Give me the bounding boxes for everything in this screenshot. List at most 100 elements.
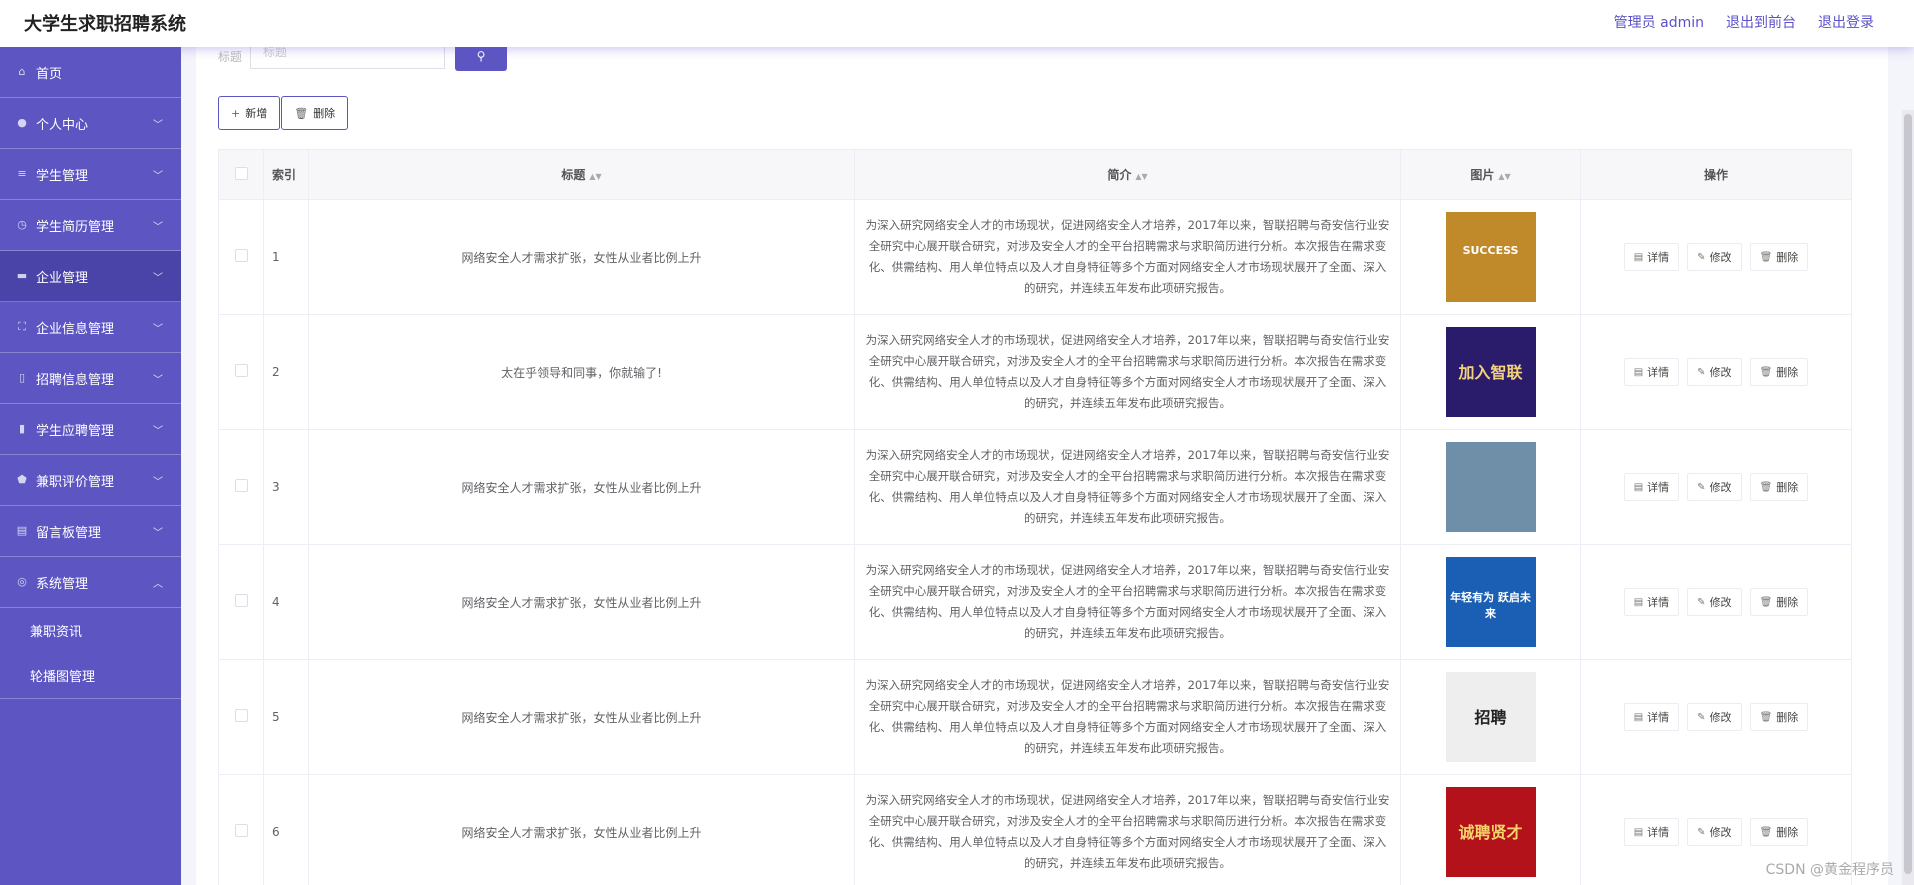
row-delete-button[interactable]: 🗑 删除	[1749, 243, 1809, 271]
edit-button[interactable]: ✎ 修改	[1687, 473, 1742, 501]
detail-button[interactable]: ▤ 详情	[1623, 818, 1680, 846]
row-image: 加入智联	[1445, 327, 1536, 417]
title-header[interactable]: 标题 ▲▼	[308, 149, 855, 200]
chevron-down-icon: ﹀	[153, 426, 163, 437]
sidebar-item[interactable]: ▮ 学生应聘管理 ﹀	[0, 404, 181, 455]
row-delete-button[interactable]: 🗑 删除	[1749, 473, 1809, 501]
shield-icon: ⬟	[17, 473, 27, 486]
edit-button[interactable]: ✎ 修改	[1687, 358, 1742, 386]
delete-button[interactable]: 🗑 删除	[281, 96, 349, 130]
row-checkbox[interactable]	[234, 824, 248, 837]
document-icon: ▤	[1633, 366, 1644, 378]
edit-button[interactable]: ✎ 修改	[1687, 818, 1742, 846]
row-image-cell: 加入智联	[1400, 314, 1581, 430]
search-button[interactable]: ⚲	[455, 47, 508, 71]
row-ops: ▤ 详情 ✎ 修改 🗑 删除	[1623, 358, 1809, 386]
row-checkbox[interactable]	[234, 709, 248, 722]
row-select-cell	[218, 429, 264, 545]
edit-label: 修改	[1709, 596, 1732, 609]
row-title: 网络安全人才需求扩张，女性从业者比例上升	[308, 774, 855, 885]
top-bar: 大学生求职招聘系统 管理员 admin 退出到前台 退出登录	[0, 0, 1914, 47]
content-panel: 标题 标题 ⚲ + 新增 🗑 删除 索引 标题 ▲▼ 简介 ▲▼ 图片 ▲▼ 操…	[196, 47, 1888, 885]
scrollbar-thumb[interactable]	[1904, 114, 1912, 874]
edit-button[interactable]: ✎ 修改	[1687, 703, 1742, 731]
row-delete-button[interactable]: 🗑 删除	[1749, 703, 1809, 731]
submenu-item[interactable]: 兼职资讯	[0, 608, 181, 653]
search-input[interactable]: 标题	[250, 47, 446, 69]
row-select-cell	[218, 659, 264, 775]
sort-icon[interactable]: ▲▼	[1498, 172, 1510, 181]
row-ops-cell: ▤ 详情 ✎ 修改 🗑 删除	[1580, 544, 1852, 660]
row-delete-label: 删除	[1776, 711, 1799, 724]
edit-label: 修改	[1709, 366, 1732, 379]
row-intro-cell: 为深入研究网络安全人才的市场现状，促进网络安全人才培养，2017年以来，智联招聘…	[854, 199, 1401, 315]
detail-button[interactable]: ▤ 详情	[1623, 588, 1680, 616]
page-scrollbar[interactable]	[1902, 110, 1914, 885]
sidebar-item[interactable]: ≡ 学生管理 ﹀	[0, 149, 181, 200]
row-checkbox[interactable]	[234, 364, 248, 377]
frame-icon: ⛶	[18, 320, 26, 333]
sort-icon[interactable]: ▲▼	[1135, 172, 1147, 181]
row-delete-button[interactable]: 🗑 删除	[1749, 588, 1809, 616]
chevron-down-icon: ﹀	[153, 375, 163, 386]
edit-icon: ✎	[1697, 711, 1706, 723]
sidebar-item[interactable]: ◎ 系统管理 ︿	[0, 557, 181, 608]
sidebar-item[interactable]: ⬟ 兼职评价管理 ﹀	[0, 455, 181, 506]
sort-icon[interactable]: ▲▼	[589, 172, 601, 181]
chevron-up-icon: ︿	[153, 579, 163, 590]
row-image-cell	[1400, 429, 1581, 545]
row-title: 网络安全人才需求扩张，女性从业者比例上升	[308, 544, 855, 660]
edit-button[interactable]: ✎ 修改	[1687, 243, 1742, 271]
chevron-down-icon: ﹀	[153, 477, 163, 488]
row-title: 网络安全人才需求扩张，女性从业者比例上升	[308, 429, 855, 545]
detail-button[interactable]: ▤ 详情	[1623, 703, 1680, 731]
edit-button[interactable]: ✎ 修改	[1687, 588, 1742, 616]
sidebar-item[interactable]: ◷ 学生简历管理 ﹀	[0, 200, 181, 251]
building-icon: ▬	[16, 269, 28, 282]
select-all-cell	[218, 149, 264, 200]
sidebar-item[interactable]: ● 个人中心 ﹀	[0, 98, 181, 149]
admin-user-link[interactable]: 管理员 admin	[1614, 12, 1704, 32]
row-delete-label: 删除	[1776, 596, 1799, 609]
row-intro: 为深入研究网络安全人才的市场现状，促进网络安全人才培养，2017年以来，智联招聘…	[865, 678, 1390, 755]
sidebar-item-label: 留言板管理	[36, 525, 102, 541]
detail-button[interactable]: ▤ 详情	[1623, 358, 1680, 386]
row-checkbox[interactable]	[234, 249, 248, 262]
sidebar-item[interactable]: ▬ 企业管理 ﹀	[0, 251, 181, 302]
add-button-label: 新增	[245, 107, 268, 120]
add-button[interactable]: + 新增	[218, 96, 281, 130]
submenu-item[interactable]: 轮播图管理	[0, 653, 181, 698]
row-delete-button[interactable]: 🗑 删除	[1749, 818, 1809, 846]
sidebar-item[interactable]: ⌂ 首页	[0, 47, 181, 98]
row-checkbox[interactable]	[234, 479, 248, 492]
row-intro-cell: 为深入研究网络安全人才的市场现状，促进网络安全人才培养，2017年以来，智联招聘…	[854, 314, 1401, 430]
edit-icon: ✎	[1697, 596, 1706, 608]
logout-link[interactable]: 退出登录	[1818, 12, 1874, 32]
home-icon: ⌂	[18, 65, 26, 78]
sidebar-item[interactable]: ⛶ 企业信息管理 ﹀	[0, 302, 181, 353]
exit-to-front-link[interactable]: 退出到前台	[1726, 12, 1796, 32]
detail-button[interactable]: ▤ 详情	[1623, 473, 1680, 501]
row-image-text: 加入智联	[1458, 363, 1523, 382]
ops-header: 操作	[1580, 149, 1852, 200]
image-header[interactable]: 图片 ▲▼	[1400, 149, 1581, 200]
data-table: 索引 标题 ▲▼ 简介 ▲▼ 图片 ▲▼ 操作 1 网络安全人才需求扩张，女性从业者比例…	[218, 149, 1852, 885]
row-title: 网络安全人才需求扩张，女性从业者比例上升	[308, 199, 855, 315]
row-ops-cell: ▤ 详情 ✎ 修改 🗑 删除	[1580, 314, 1852, 430]
action-buttons: + 新增 🗑 删除	[218, 96, 349, 130]
sidebar-item[interactable]: ▯ 招聘信息管理 ﹀	[0, 353, 181, 404]
sidebar-item-label: 企业管理	[36, 270, 89, 286]
index-header: 索引	[263, 149, 309, 200]
sidebar-item-label: 学生应聘管理	[36, 423, 115, 439]
select-all-checkbox[interactable]	[234, 166, 248, 180]
sidebar-item[interactable]: ▤ 留言板管理 ﹀	[0, 506, 181, 557]
row-delete-button[interactable]: 🗑 删除	[1749, 358, 1809, 386]
intro-header[interactable]: 简介 ▲▼	[854, 149, 1401, 200]
row-checkbox[interactable]	[234, 594, 248, 607]
delete-button-label: 删除	[313, 107, 336, 120]
row-delete-label: 删除	[1776, 481, 1799, 494]
sidebar-item-label: 学生管理	[36, 168, 89, 184]
chevron-down-icon: ﹀	[153, 222, 163, 233]
table-header-row: 索引 标题 ▲▼ 简介 ▲▼ 图片 ▲▼ 操作	[218, 149, 1852, 200]
detail-button[interactable]: ▤ 详情	[1623, 243, 1680, 271]
